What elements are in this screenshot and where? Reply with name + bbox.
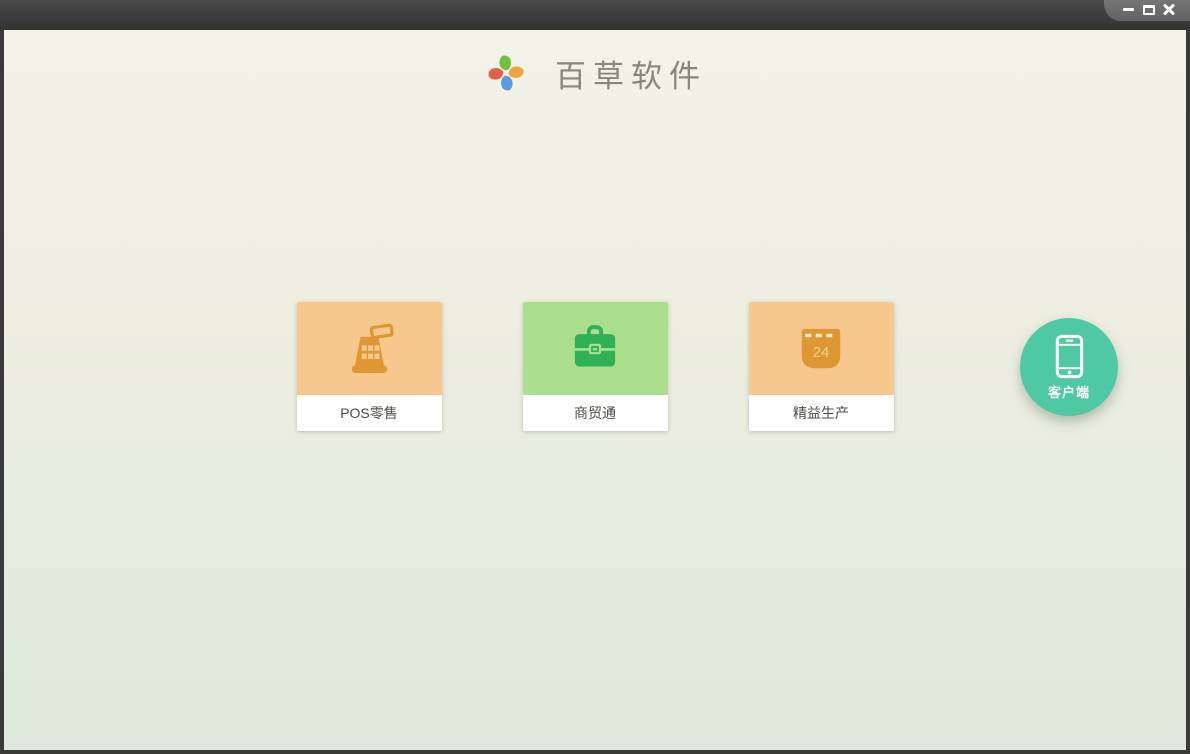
lean-label: 精益生产	[793, 405, 849, 421]
app-window: 百草软件 POS零售 商贸通 24 精益生产 客户端	[0, 0, 1190, 754]
pos-label: POS零售	[340, 405, 398, 421]
app-title: 百草软件	[555, 58, 707, 95]
trade-label: 商贸通	[574, 405, 616, 421]
trade-tile	[522, 302, 668, 395]
maximize-icon	[1143, 4, 1155, 15]
maximize-button[interactable]	[1142, 3, 1157, 16]
product-cards: POS零售 商贸通 24 精益生产	[4, 302, 1186, 431]
product-card-pos[interactable]: POS零售	[296, 302, 442, 431]
window-controls	[1104, 0, 1190, 21]
close-icon	[1163, 4, 1175, 16]
minimize-button[interactable]	[1121, 3, 1136, 16]
main-content: 百草软件 POS零售 商贸通 24 精益生产 客户端	[4, 30, 1186, 750]
brand-header: 百草软件	[4, 50, 1186, 96]
cash-register-icon	[351, 323, 394, 373]
briefcase-icon	[574, 324, 616, 366]
close-button[interactable]	[1162, 3, 1177, 16]
product-card-lean[interactable]: 24 精益生产	[748, 302, 894, 431]
calendar-icon: 24	[801, 328, 841, 368]
smartphone-icon	[1055, 334, 1083, 378]
client-button[interactable]: 客户端	[1020, 318, 1118, 416]
product-card-trade[interactable]: 商贸通	[522, 302, 668, 431]
calendar-day-text: 24	[813, 344, 830, 360]
minimize-icon	[1123, 8, 1135, 11]
pos-tile	[296, 302, 442, 395]
titlebar[interactable]	[0, 0, 1190, 30]
pinwheel-logo-icon	[488, 55, 524, 91]
client-button-label: 客户端	[1047, 384, 1090, 400]
lean-tile: 24	[748, 302, 894, 395]
